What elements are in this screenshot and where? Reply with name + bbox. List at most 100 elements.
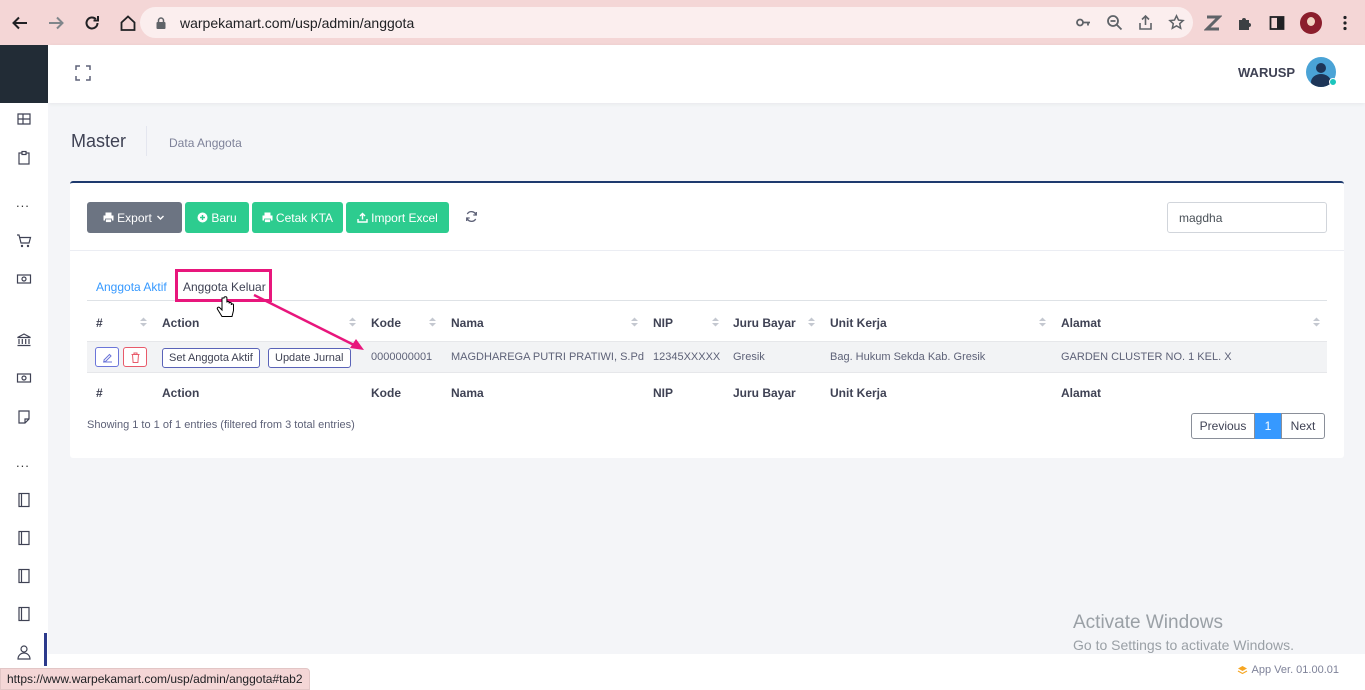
book-icon	[18, 568, 30, 584]
cetak-kta-label: Cetak KTA	[275, 210, 334, 225]
browser-toolbar: warpekamart.com/usp/admin/anggota	[0, 0, 1365, 45]
layers-icon	[1237, 665, 1247, 674]
sort-icon	[140, 317, 147, 327]
sidebar-item-book-2[interactable]	[14, 528, 34, 548]
footer-header-alamat: Alamat	[1061, 386, 1102, 400]
upload-icon	[357, 212, 368, 223]
sidebar-item-anggota[interactable]	[14, 642, 34, 662]
app-version: App Ver. 01.00.01	[1237, 664, 1339, 676]
sidebar-item-dashboard[interactable]	[14, 109, 34, 129]
printer-icon	[103, 212, 114, 223]
column-header-action[interactable]: Action	[162, 316, 199, 330]
pagination: Previous 1 Next	[1191, 413, 1325, 439]
sidebar-section-dots: ...	[16, 195, 30, 210]
forward-button[interactable]	[40, 7, 72, 39]
money-icon	[16, 373, 32, 383]
watermark-subtitle: Go to Settings to activate Windows.	[1073, 637, 1294, 653]
tab-anggota-aktif[interactable]: Anggota Aktif	[96, 280, 167, 294]
column-header-nama[interactable]: Nama	[451, 316, 484, 330]
cell-nip: 12345XXXXX	[653, 351, 721, 363]
profile-avatar[interactable]	[1300, 11, 1322, 34]
chevron-down-icon	[156, 215, 164, 220]
edit-button[interactable]	[95, 347, 119, 367]
puzzle-icon[interactable]	[1236, 14, 1254, 32]
key-icon[interactable]	[1075, 14, 1092, 31]
column-header-nip[interactable]: NIP	[653, 316, 673, 330]
arrow-right-icon	[49, 16, 64, 29]
search-input[interactable]	[1167, 202, 1327, 233]
edit-icon	[102, 353, 112, 362]
clipboard-icon	[18, 150, 30, 165]
footer-header-unit-kerja: Unit Kerja	[830, 386, 887, 400]
side-panel-icon[interactable]	[1268, 14, 1286, 32]
tab-highlight-annotation	[175, 269, 272, 302]
baru-button[interactable]: Baru	[185, 202, 249, 233]
table-row: Set Anggota Aktif Update Jurnal 00000000…	[87, 341, 1327, 373]
sidebar-item-bank[interactable]	[14, 330, 34, 350]
watermark-title: Activate Windows	[1073, 612, 1223, 633]
sidebar-item-book-4[interactable]	[14, 604, 34, 624]
cetak-kta-button[interactable]: Cetak KTA	[252, 202, 343, 233]
page-1-button[interactable]: 1	[1255, 413, 1281, 439]
sidebar-item-note[interactable]	[14, 407, 34, 427]
import-excel-button[interactable]: Import Excel	[346, 202, 449, 233]
sort-icon	[631, 317, 638, 327]
reload-button[interactable]	[76, 7, 108, 39]
previous-page-button[interactable]: Previous	[1191, 413, 1255, 439]
kebab-menu-icon[interactable]	[1336, 14, 1354, 32]
column-header-kode[interactable]: Kode	[371, 316, 401, 330]
table-info: Showing 1 to 1 of 1 entries (filtered fr…	[87, 419, 355, 431]
sort-icon	[712, 317, 719, 327]
subheader-separator	[146, 126, 148, 156]
user-name[interactable]: WARUSP	[1238, 65, 1295, 80]
extension-z-icon[interactable]	[1204, 14, 1222, 32]
column-header-juru-bayar[interactable]: Juru Bayar	[733, 316, 796, 330]
book-icon	[18, 530, 30, 546]
export-button[interactable]: Export	[87, 202, 182, 233]
star-icon[interactable]	[1168, 14, 1185, 31]
footer-header-nama: Nama	[451, 386, 484, 400]
home-icon	[120, 14, 136, 31]
back-button[interactable]	[4, 7, 36, 39]
zoom-icon[interactable]	[1106, 14, 1123, 31]
sidebar-item-cart[interactable]	[14, 231, 34, 251]
tab-bar: Anggota Aktif Anggota Keluar	[87, 271, 1327, 301]
user-icon	[17, 645, 31, 660]
column-header-alamat[interactable]: Alamat	[1061, 316, 1101, 330]
footer-header-kode: Kode	[371, 386, 401, 400]
delete-button[interactable]	[123, 347, 147, 367]
breadcrumb[interactable]: Data Anggota	[169, 136, 242, 150]
export-label: Export	[117, 210, 152, 225]
sidebar-item-book-3[interactable]	[14, 566, 34, 586]
plus-circle-icon	[197, 212, 208, 223]
column-header-number[interactable]: #	[96, 316, 103, 330]
column-header-unit-kerja[interactable]: Unit Kerja	[830, 316, 887, 330]
anggota-card: Export Baru Cetak KTA Import Excel Anggo…	[70, 181, 1344, 458]
share-icon[interactable]	[1137, 14, 1154, 31]
sidebar-item-clipboard[interactable]	[14, 148, 34, 168]
update-jurnal-button[interactable]: Update Jurnal	[268, 348, 351, 368]
cell-nama: MAGDHAREGA PUTRI PRATIWI, S.Pd	[451, 351, 644, 363]
card-toolbar: Export Baru Cetak KTA Import Excel	[87, 202, 449, 233]
printer-icon	[262, 212, 273, 223]
next-page-button[interactable]: Next	[1281, 413, 1325, 439]
sidebar-item-money[interactable]	[14, 269, 34, 289]
note-icon	[18, 410, 30, 424]
address-bar[interactable]: warpekamart.com/usp/admin/anggota	[140, 7, 1193, 38]
table-footer: # Action Kode Nama NIP Juru Bayar Unit K…	[87, 373, 1327, 407]
fullscreen-icon[interactable]	[73, 63, 93, 83]
card-divider	[70, 250, 1344, 251]
book-icon	[18, 492, 30, 508]
footer-header-number: #	[96, 386, 103, 400]
reload-icon	[85, 15, 99, 29]
sort-icon	[349, 317, 356, 327]
bank-icon	[17, 333, 31, 347]
set-anggota-aktif-button[interactable]: Set Anggota Aktif	[162, 348, 260, 368]
sidebar-section-dots: ...	[16, 455, 30, 470]
table-header: # Action Kode Nama NIP Juru Bayar Unit K…	[87, 303, 1327, 340]
sidebar-item-book-1[interactable]	[14, 490, 34, 510]
cell-juru-bayar: Gresik	[733, 351, 765, 363]
cell-unit-kerja: Bag. Hukum Sekda Kab. Gresik	[830, 351, 986, 363]
sidebar-item-money-2[interactable]	[14, 368, 34, 388]
refresh-icon[interactable]	[465, 210, 478, 223]
